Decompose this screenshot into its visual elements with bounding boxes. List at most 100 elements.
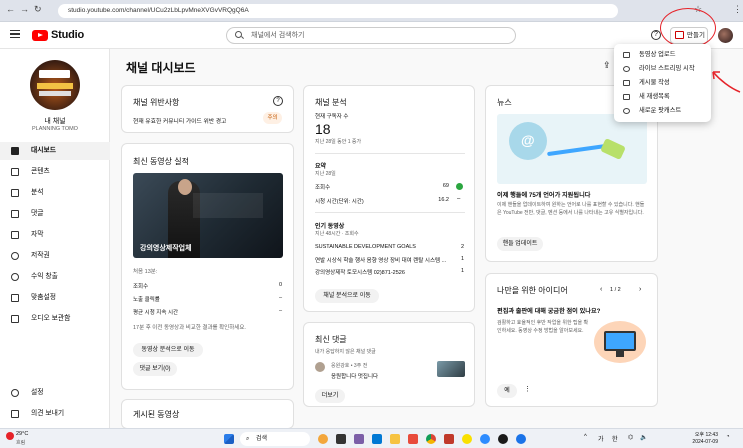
ideas-title: 나만을 위한 아이디어	[497, 286, 568, 295]
sidebar-item-label: 의견 보내기	[31, 410, 65, 417]
app-icon[interactable]	[318, 434, 328, 444]
sidebar-item-label: 저작권	[31, 252, 50, 259]
file-explorer-icon[interactable]	[390, 434, 400, 444]
ideas-card: 나만을 위한 아이디어 ‹ 1 / 2 › 편집과 출판에 대해 궁금한 점이 …	[485, 273, 658, 407]
menu-item-new-podcast[interactable]: 새로운 팟캐스트	[614, 104, 711, 118]
app-icon[interactable]	[444, 434, 454, 444]
weather-alert-icon[interactable]	[6, 432, 14, 440]
dashboard-icon	[11, 147, 19, 155]
video-thumbnail[interactable]: 강의영상제작업체	[133, 173, 283, 258]
kakaotalk-icon[interactable]	[462, 434, 472, 444]
channel-avatar[interactable]	[30, 60, 80, 110]
yes-button[interactable]: 예	[497, 384, 517, 398]
sidebar-item-analytics[interactable]: 분석	[0, 184, 110, 202]
sidebar-item-monetization[interactable]: 수익 창출	[0, 268, 110, 286]
taskbar-search[interactable]: ⌕ 검색	[240, 432, 310, 446]
account-avatar[interactable]	[718, 28, 733, 43]
popular-video-views: 1	[460, 268, 464, 274]
news-body: 이제 핸들을 업데이트하여 원하는 언어로 나를 표현할 수 있습니다. 핸들은…	[497, 202, 645, 216]
popular-video-title[interactable]: 연발 시상식 학술 행사 음향 영상 장비 대여 렌탈 시스템 ...	[315, 256, 450, 264]
sidebar-item-copyright[interactable]: 저작권	[0, 247, 110, 265]
channel-avatar-banner-low	[39, 91, 71, 96]
content-icon	[11, 168, 19, 176]
arrow-shaft	[712, 71, 741, 93]
sidebar-item-label: 맞춤설정	[31, 294, 57, 301]
video-analytics-button[interactable]: 동영상 분석으로 이동	[133, 343, 203, 357]
sidebar-item-customization[interactable]: 맞춤설정	[0, 289, 110, 307]
update-handle-button[interactable]: 핸들 업데이트	[497, 237, 543, 251]
chevron-left-icon[interactable]: ‹	[600, 286, 602, 293]
forward-icon[interactable]: →	[20, 4, 29, 14]
comments-icon	[11, 210, 19, 218]
sidebar-item-label: 자막	[31, 231, 44, 238]
search-input[interactable]: 채널에서 검색하기	[226, 27, 516, 44]
more-options-icon[interactable]: ⋮	[524, 385, 531, 393]
chrome-icon[interactable]	[426, 434, 436, 444]
ideas-pager: 1 / 2	[610, 287, 621, 293]
menu-item-create-post[interactable]: 게시물 작성	[614, 76, 711, 90]
app-icon[interactable]	[498, 434, 508, 444]
sidebar-item-label: 댓글	[31, 210, 44, 217]
app-icon[interactable]	[516, 434, 526, 444]
sidebar-item-comments[interactable]: 댓글	[0, 205, 110, 223]
sidebar-item-label: 수익 창출	[31, 273, 58, 280]
view-comments-button[interactable]: 댓글 보기(0)	[133, 362, 177, 376]
sidebar-item-dashboard[interactable]: 대시보드	[0, 142, 110, 160]
neutral-dash-icon: –	[457, 196, 461, 202]
published-videos-card: 게시된 동영상	[121, 399, 294, 429]
help-icon[interactable]: ?	[273, 96, 283, 106]
input-language[interactable]: 가	[598, 434, 604, 443]
app-icon[interactable]	[480, 434, 490, 444]
audio-library-icon	[11, 315, 19, 323]
subscribers-count: 18	[315, 121, 331, 137]
violations-text: 현재 유효한 커뮤니티 가이드 위반 경고	[133, 119, 227, 125]
latest-video-period: 처음 13분:	[133, 269, 158, 275]
reload-icon[interactable]: ↻	[34, 4, 42, 15]
weather-temp: 29°C	[16, 431, 29, 437]
comment-video-thumbnail[interactable]	[437, 361, 465, 377]
sidebar-item-label: 분석	[31, 189, 44, 196]
chevron-right-icon[interactable]: ›	[639, 286, 641, 293]
windows-start-icon[interactable]	[224, 434, 234, 444]
subscribers-change: 지난 28일 동안 1 증가	[315, 139, 362, 145]
search-icon: ⌕	[246, 436, 250, 442]
back-icon[interactable]: ←	[6, 4, 15, 14]
sidebar-item-subtitles[interactable]: 자막	[0, 226, 110, 244]
sidebar-item-content[interactable]: 콘텐츠	[0, 163, 110, 181]
clock-date[interactable]: 2024-07-09	[680, 439, 718, 445]
menu-item-new-playlist[interactable]: 새 재생목록	[614, 90, 711, 104]
popular-video-title[interactable]: 강의영상제작 토모시스템 02)871-2526	[315, 268, 450, 276]
youtube-studio-logo[interactable]: Studio	[32, 29, 84, 41]
sidebar-item-audio-library[interactable]: 오디오 보관함	[0, 310, 110, 328]
app-icon[interactable]	[354, 434, 364, 444]
edge-icon[interactable]	[372, 434, 382, 444]
sidebar-item-label: 콘텐츠	[31, 168, 50, 175]
network-icon[interactable]: ⌬	[628, 434, 633, 441]
clock-time[interactable]: 오후 12:43	[680, 431, 718, 438]
menu-icon[interactable]	[10, 30, 20, 38]
latest-video-note: 17분 후 이전 동영상과 비교한 결과를 확인하세요.	[133, 325, 246, 331]
app-icon[interactable]	[408, 434, 418, 444]
customization-icon	[11, 294, 19, 302]
address-bar[interactable]: studio.youtube.com/channel/UCu2zLbLpvMne…	[58, 4, 618, 18]
search-icon	[235, 31, 242, 38]
sidebar-item-feedback[interactable]: 의견 보내기	[0, 405, 110, 423]
menu-item-upload-video[interactable]: 동영상 업로드	[614, 48, 711, 62]
sidebar-item-label: 설정	[31, 389, 44, 396]
tray-overflow-icon[interactable]: ^	[584, 434, 587, 440]
youtube-logo-icon	[32, 29, 48, 41]
popular-video-title[interactable]: SUSTAINABLE DEVELOPMENT GOALS	[315, 244, 450, 250]
browser-menu-icon[interactable]: ⋮	[733, 4, 742, 15]
sidebar-item-settings[interactable]: 설정	[0, 384, 110, 402]
popular-title: 인기 동영상	[315, 224, 345, 230]
channel-analytics-button[interactable]: 채널 분석으로 이동	[315, 289, 379, 303]
upload-icon[interactable]: ⇪	[603, 60, 611, 71]
more-comments-button[interactable]: 더보기	[315, 389, 345, 403]
task-view-icon[interactable]	[336, 434, 346, 444]
published-videos-title: 게시된 동영상	[133, 410, 180, 419]
volume-icon[interactable]: 🔈	[640, 434, 647, 441]
menu-item-go-live[interactable]: 라이브 스트리밍 시작	[614, 62, 711, 76]
ime-mode[interactable]: 한	[612, 434, 618, 443]
notifications-icon[interactable]: ◔	[726, 434, 730, 440]
comment-author: 응원강호 • 3주 전	[331, 363, 368, 369]
